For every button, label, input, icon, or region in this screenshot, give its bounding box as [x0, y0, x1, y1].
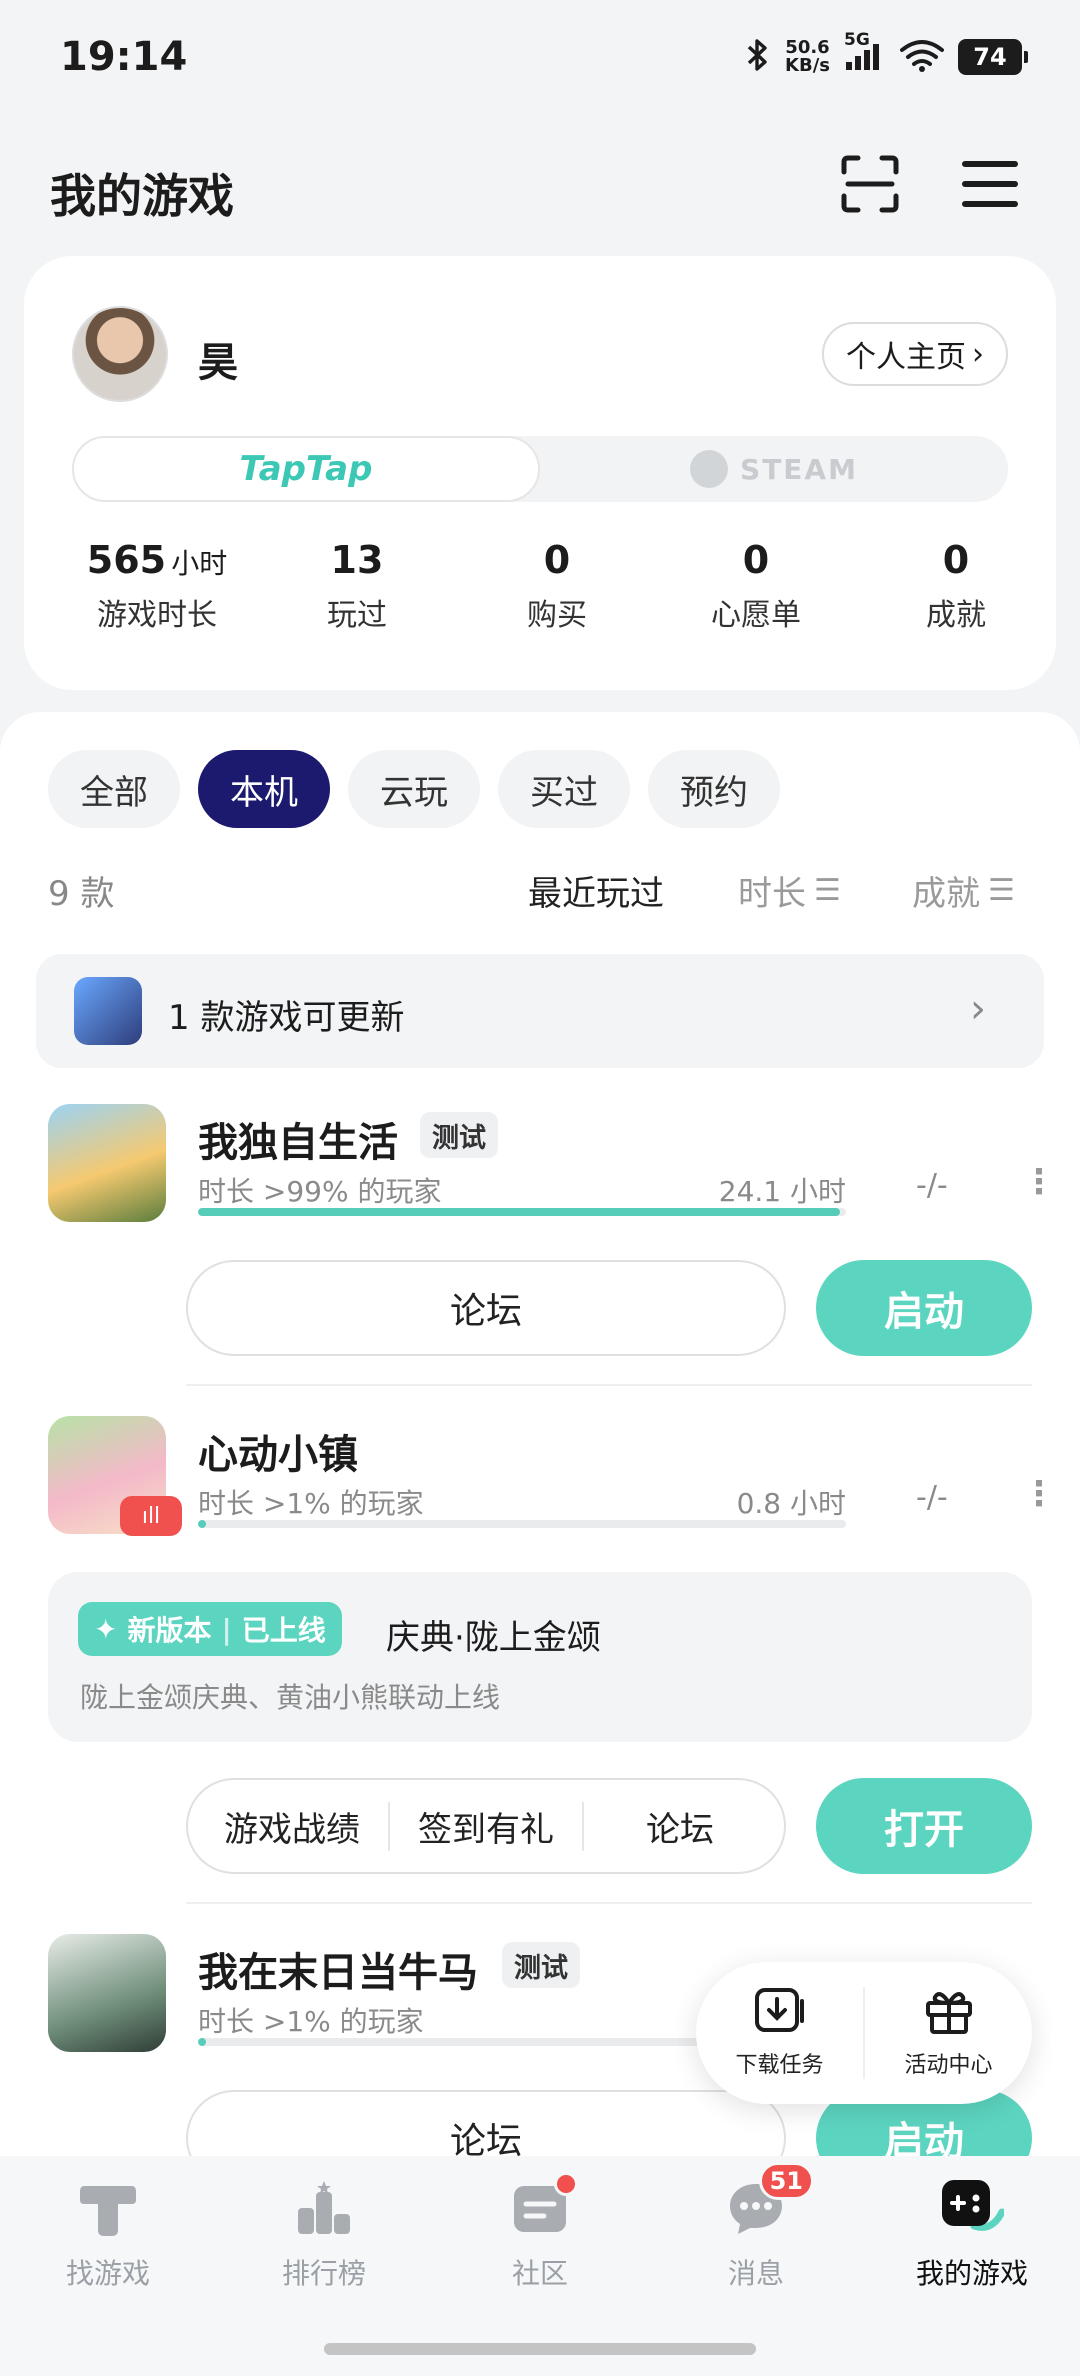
- rank-progress-fill: [198, 1520, 206, 1528]
- stat-achievements[interactable]: 0 成就: [856, 538, 1056, 634]
- test-tag: 测试: [502, 1942, 580, 1988]
- menu-icon[interactable]: [958, 152, 1022, 216]
- more-icon[interactable]: ⋮: [1022, 1474, 1056, 1514]
- more-icon[interactable]: ⋮: [1022, 1162, 1056, 1202]
- game-icon-modi-niuma[interactable]: [48, 1934, 166, 2052]
- stat-played[interactable]: 13 玩过: [257, 538, 457, 634]
- nav-find-game[interactable]: 找游戏: [0, 2176, 216, 2292]
- scan-icon[interactable]: [838, 152, 902, 216]
- game-name[interactable]: 我独自生活: [198, 1110, 398, 1168]
- platform-tab-taptap[interactable]: TapTap: [72, 436, 540, 502]
- home-indicator[interactable]: [324, 2343, 756, 2355]
- find-game-icon: [76, 2176, 140, 2240]
- game-name[interactable]: 我在末日当牛马: [198, 1940, 478, 1998]
- divider: [186, 1384, 1032, 1386]
- rank-progress-fill: [198, 2038, 206, 2046]
- test-tag: 测试: [420, 1112, 498, 1158]
- play-hours: 24.1 小时: [718, 1175, 846, 1208]
- download-icon: [754, 1987, 806, 2041]
- sort-duration[interactable]: 时长 ☰: [738, 866, 841, 915]
- chevron-right-icon: ›: [972, 336, 984, 372]
- new-version-badge: ✦ 新版本 | 已上线: [78, 1602, 342, 1656]
- battery-indicator: 74: [958, 39, 1028, 75]
- update-banner-text: 1 款游戏可更新: [168, 998, 405, 1038]
- sort-icon: ☰: [988, 873, 1015, 908]
- news-description: 陇上金颂庆典、黄油小熊联动上线: [80, 1681, 501, 1714]
- community-icon: [508, 2172, 578, 2240]
- open-button[interactable]: 打开: [816, 1778, 1032, 1874]
- signal-icon: 5G: [844, 30, 886, 76]
- steam-icon: [690, 450, 729, 488]
- forum-button[interactable]: 论坛: [186, 1260, 786, 1356]
- filter-bought[interactable]: 买过: [498, 750, 630, 828]
- filter-reserved[interactable]: 预约: [648, 750, 780, 828]
- game-stats-button[interactable]: 游戏战绩: [196, 1802, 388, 1851]
- filter-cloud[interactable]: 云玩: [348, 750, 480, 828]
- nav-ranking[interactable]: 排行榜: [216, 2176, 432, 2292]
- voice-chat-icon: ıll: [120, 1496, 182, 1536]
- sort-icon: ☰: [814, 873, 841, 908]
- game-count: 9 款: [48, 874, 115, 914]
- my-games-icon: [940, 2176, 1004, 2240]
- net-speed: 50.6 KB/s: [785, 37, 830, 76]
- achievement-count: -/-: [916, 1480, 948, 1515]
- rank-progress-fill: [198, 1208, 840, 1216]
- game-action-group: 游戏战绩 签到有礼 论坛: [186, 1778, 786, 1874]
- forum-button[interactable]: 论坛: [582, 1801, 776, 1851]
- wifi-icon: [900, 38, 944, 76]
- rank-progress: [198, 1520, 846, 1528]
- play-hours: 0.8 小时: [736, 1487, 846, 1520]
- rank-text: 时长 >1% 的玩家: [198, 2005, 424, 2038]
- chevron-right-icon: ›: [970, 986, 986, 1032]
- sort-recent[interactable]: 最近玩过: [528, 866, 664, 915]
- game-name[interactable]: 心动小镇: [198, 1422, 358, 1480]
- filter-all[interactable]: 全部: [48, 750, 180, 828]
- achievement-count: -/-: [916, 1168, 948, 1203]
- stat-playtime[interactable]: 565 小时 游戏时长: [57, 538, 257, 634]
- download-tasks-button[interactable]: 下载任务: [696, 1987, 863, 2079]
- rank-text: 时长 >1% 的玩家: [198, 1487, 424, 1520]
- notification-dot: [554, 2172, 578, 2196]
- bluetooth-icon: [745, 38, 771, 76]
- sparkle-icon: ✦: [94, 1612, 118, 1646]
- nav-messages[interactable]: 51 消息: [648, 2162, 864, 2292]
- filter-local[interactable]: 本机: [198, 750, 330, 828]
- platform-tab-steam[interactable]: STEAM: [540, 436, 1008, 502]
- activity-center-button[interactable]: 活动中心: [863, 1987, 1032, 2079]
- rank-text: 时长 >99% 的玩家: [198, 1175, 442, 1208]
- message-count-badge: 51: [758, 2162, 814, 2200]
- nav-community[interactable]: 社区: [432, 2172, 648, 2292]
- rank-progress: [198, 1208, 846, 1216]
- nav-my-games[interactable]: 我的游戏: [864, 2176, 1080, 2292]
- page-title: 我的游戏: [50, 169, 234, 223]
- ranking-icon: [292, 2176, 356, 2240]
- divider: [186, 1902, 1032, 1904]
- status-time: 19:14: [60, 34, 188, 80]
- stat-wishlist[interactable]: 0 心愿单: [656, 538, 856, 634]
- username: 昊: [198, 340, 238, 386]
- quick-action-panel: 下载任务 活动中心: [696, 1962, 1032, 2104]
- sort-achievement[interactable]: 成就 ☰: [912, 866, 1015, 915]
- gift-icon: [924, 1987, 974, 2041]
- news-title: 庆典·陇上金颂: [386, 1618, 601, 1658]
- message-icon: 51: [724, 2162, 814, 2240]
- status-icons: 50.6 KB/s 5G 74: [745, 30, 1028, 80]
- checkin-button[interactable]: 签到有礼: [388, 1801, 582, 1851]
- stat-purchased[interactable]: 0 购买: [457, 538, 657, 634]
- update-game-icon: [74, 977, 142, 1045]
- profile-home-button[interactable]: 个人主页 ›: [822, 322, 1008, 386]
- launch-button[interactable]: 启动: [816, 1260, 1032, 1356]
- avatar[interactable]: [72, 306, 168, 402]
- game-icon-wo-duzi-shenghuo[interactable]: [48, 1104, 166, 1222]
